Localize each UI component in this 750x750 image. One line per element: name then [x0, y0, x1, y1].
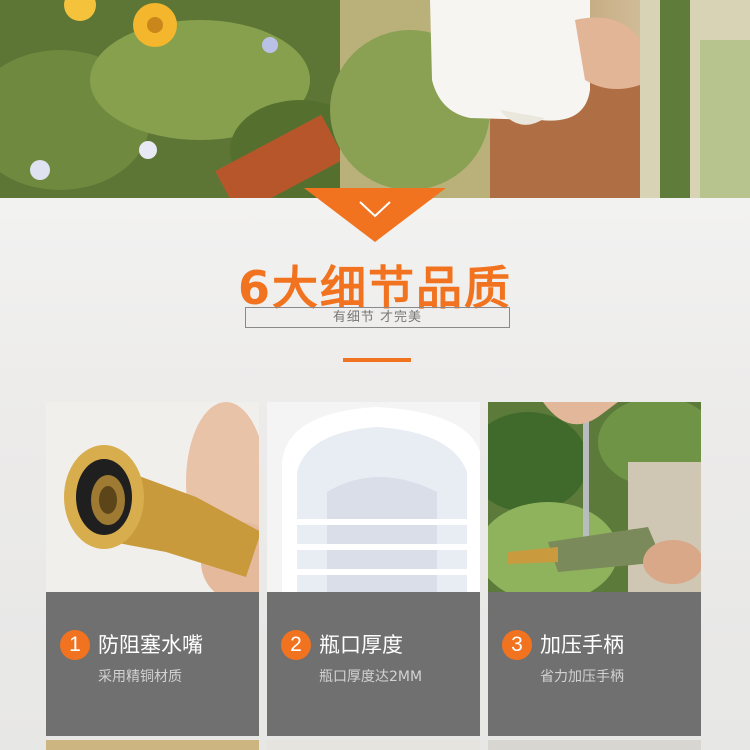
- detail-card-nozzle: 1 防阻塞水嘴 采用精铜材质: [46, 402, 259, 736]
- accent-divider: [343, 358, 411, 362]
- bottle-mouth-photo: [267, 402, 480, 592]
- section-tagline: 有细节 才完美: [245, 307, 510, 328]
- detail-card-bottle-mouth: 2 瓶口厚度 瓶口厚度达2MM: [267, 402, 480, 736]
- card-description: 省力加压手柄: [540, 669, 624, 685]
- card-info-panel: 1 防阻塞水嘴 采用精铜材质: [46, 592, 259, 736]
- nozzle-photo: [46, 402, 259, 602]
- card-number-badge: 2: [281, 630, 311, 660]
- card-title: 防阻塞水嘴: [98, 633, 203, 657]
- card-description: 瓶口厚度达2MM: [319, 669, 423, 685]
- card-info-panel: 3 加压手柄 省力加压手柄: [488, 592, 701, 736]
- garden-illustration: [0, 0, 750, 198]
- pressure-handle-photo: [488, 402, 701, 602]
- detail-card-pressure-handle: 3 加压手柄 省力加压手柄: [488, 402, 701, 736]
- next-card-preview: [46, 740, 259, 750]
- card-number-badge: 3: [502, 630, 532, 660]
- card-title: 瓶口厚度: [319, 633, 403, 657]
- next-card-preview: [267, 740, 480, 750]
- hero-garden-photo: [0, 0, 750, 198]
- card-info-panel: 2 瓶口厚度 瓶口厚度达2MM: [267, 592, 480, 736]
- card-number-badge: 1: [60, 630, 90, 660]
- card-title: 加压手柄: [540, 633, 624, 657]
- next-card-preview: [488, 740, 701, 750]
- down-arrow-icon: [304, 188, 446, 242]
- card-description: 采用精铜材质: [98, 669, 182, 685]
